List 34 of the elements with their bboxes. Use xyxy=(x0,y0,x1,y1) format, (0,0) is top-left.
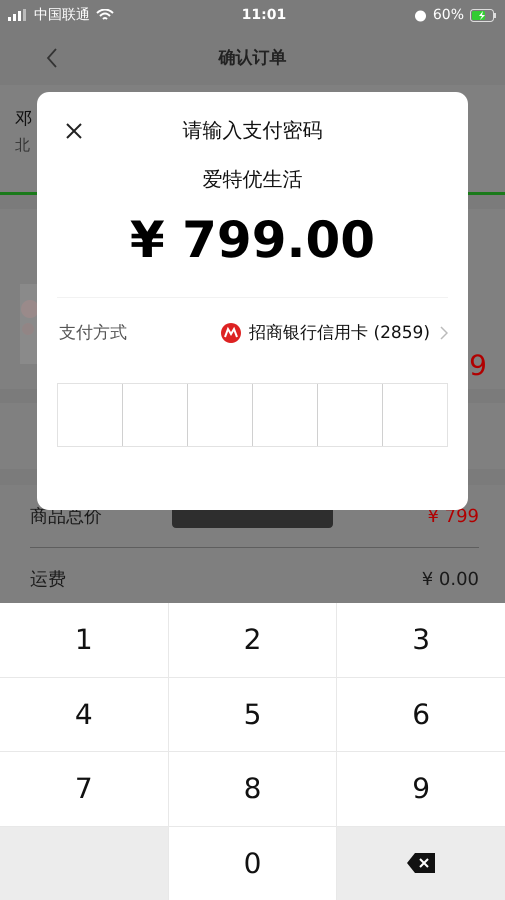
signal-icon xyxy=(8,9,28,21)
battery-percent: 60% xyxy=(432,7,464,23)
merchant-name: 爱特优生活 xyxy=(202,166,302,193)
battery-charging-icon xyxy=(470,8,498,22)
number-key[interactable]: 6 xyxy=(337,678,505,751)
number-key[interactable]: 7 xyxy=(0,752,168,826)
number-key[interactable]: 3 xyxy=(337,603,505,676)
summary-label: 运费 xyxy=(30,568,66,591)
number-key[interactable]: 9 xyxy=(337,752,505,826)
payment-amount: ¥ 799.00 xyxy=(130,211,376,269)
payment-method-label: 支付方式 xyxy=(59,322,128,344)
dialog-title: 请输入支付密码 xyxy=(182,116,322,144)
backspace-icon xyxy=(407,853,436,874)
summary-value: ¥ 0.00 xyxy=(422,568,479,590)
wifi-icon xyxy=(96,8,114,22)
recipient-name: 邓 xyxy=(14,108,33,130)
product-price: 9 xyxy=(469,349,487,382)
number-key[interactable]: 0 xyxy=(168,826,336,900)
payment-method-value: 招商银行信用卡 (2859) xyxy=(249,322,430,344)
carrier-name: 中国联通 xyxy=(34,6,90,24)
chevron-right-icon xyxy=(440,326,448,340)
page-title: 确认订单 xyxy=(218,47,286,69)
address-detail: 北 xyxy=(14,135,31,155)
bank-logo-icon xyxy=(221,322,242,342)
number-key[interactable]: 2 xyxy=(168,603,336,676)
number-key[interactable]: 8 xyxy=(168,752,336,826)
status-time: 11:01 xyxy=(242,7,286,23)
number-key[interactable]: 5 xyxy=(168,678,336,751)
close-icon xyxy=(65,122,83,140)
delete-key[interactable] xyxy=(337,826,505,900)
number-key[interactable]: 4 xyxy=(0,678,168,751)
back-icon[interactable] xyxy=(46,48,58,68)
password-field[interactable] xyxy=(57,383,448,447)
number-key[interactable]: 1 xyxy=(0,603,168,676)
